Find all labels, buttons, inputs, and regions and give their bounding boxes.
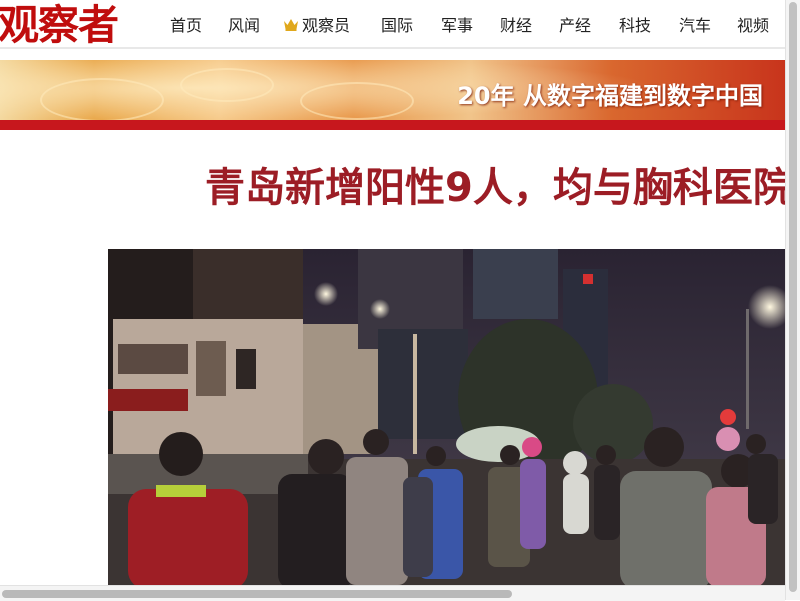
nav-item-finance[interactable]: 财经 bbox=[500, 12, 559, 36]
banner-red-band bbox=[0, 120, 785, 130]
top-navigation-bar: 观察者 首页 风闻 观察员 国际 军事 财经 产经 科技 汽车 视频 bbox=[0, 0, 785, 50]
nav-item-fengwen[interactable]: 风闻 bbox=[228, 12, 283, 36]
nav-item-international[interactable]: 国际 bbox=[381, 12, 441, 36]
banner-title: 20年 从数字福建到数字中国 bbox=[457, 82, 763, 110]
horizontal-scrollbar[interactable] bbox=[0, 585, 785, 601]
nav-item-video[interactable]: 视频 bbox=[737, 12, 777, 36]
nav-item-industry[interactable]: 产经 bbox=[559, 12, 619, 36]
article-photo bbox=[108, 249, 785, 585]
nav-item-label: 国际 bbox=[381, 16, 414, 35]
header-divider bbox=[0, 47, 785, 49]
nav-item-observer[interactable]: 观察员 bbox=[283, 12, 381, 36]
article-headline: 青岛新增阳性9人，均与胸科医院 bbox=[205, 165, 785, 211]
nav-item-label: 首页 bbox=[170, 16, 203, 35]
vertical-scrollbar-thumb[interactable] bbox=[789, 2, 797, 592]
horizontal-scrollbar-thumb[interactable] bbox=[2, 590, 512, 598]
nav-item-label: 视频 bbox=[737, 16, 770, 35]
crown-icon bbox=[284, 19, 298, 31]
nav-item-label: 风闻 bbox=[228, 16, 261, 35]
main-nav: 首页 风闻 观察员 国际 军事 财经 产经 科技 汽车 视频 bbox=[158, 0, 777, 48]
nav-item-label: 汽车 bbox=[679, 16, 712, 35]
nav-item-tech[interactable]: 科技 bbox=[619, 12, 679, 36]
nav-item-label: 军事 bbox=[441, 16, 474, 35]
night-queue-photo bbox=[108, 249, 785, 585]
nav-item-label: 观察员 bbox=[302, 16, 351, 35]
vertical-scrollbar[interactable] bbox=[785, 0, 800, 600]
nav-item-auto[interactable]: 汽车 bbox=[679, 12, 737, 36]
nav-item-military[interactable]: 军事 bbox=[441, 12, 500, 36]
nav-item-label: 财经 bbox=[500, 16, 533, 35]
nav-item-label: 科技 bbox=[619, 16, 652, 35]
promo-banner[interactable]: 20年 从数字福建到数字中国 bbox=[0, 60, 785, 130]
nav-item-label: 产经 bbox=[559, 16, 592, 35]
site-logo[interactable]: 观察者 bbox=[0, 0, 119, 50]
nav-item-home[interactable]: 首页 bbox=[170, 12, 228, 36]
